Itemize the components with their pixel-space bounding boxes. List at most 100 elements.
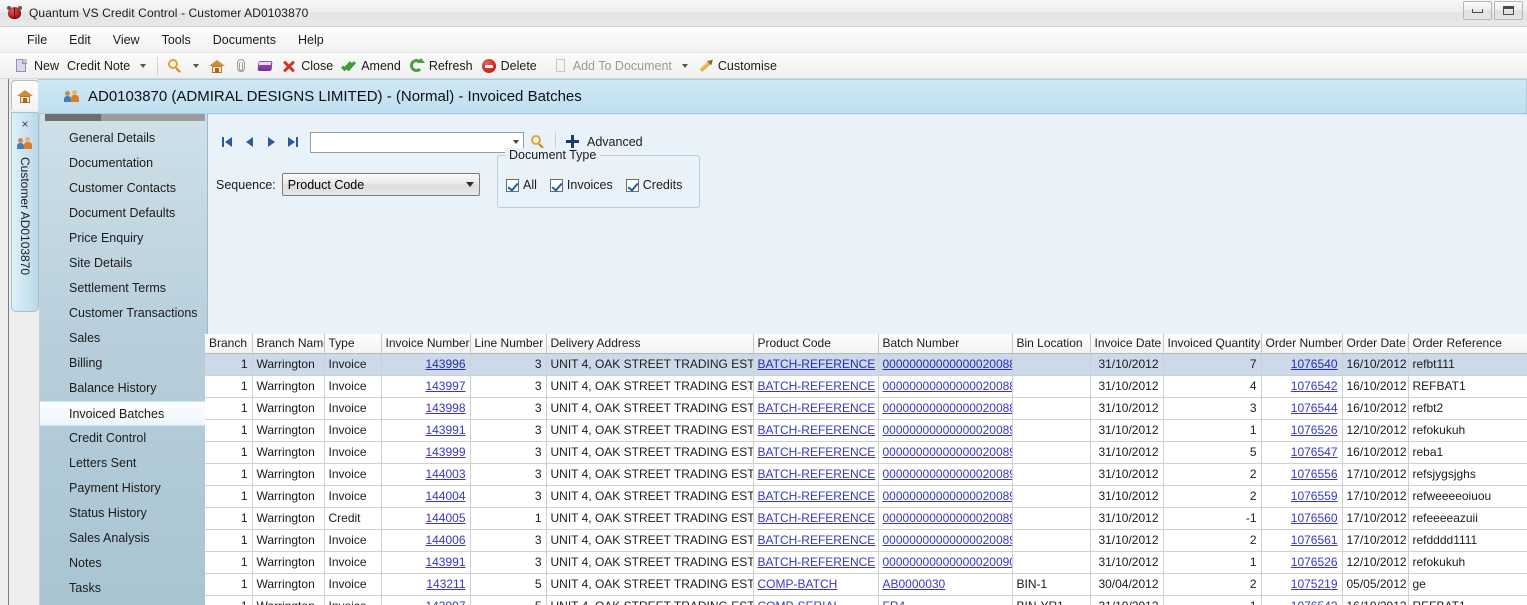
product_code-link[interactable]: BATCH-REFERENCE: [758, 401, 876, 415]
cell-order_number[interactable]: 1076526: [1261, 419, 1343, 442]
cell-product_code[interactable]: BATCH-REFERENCE: [753, 485, 879, 508]
table-row[interactable]: 1 Warrington Credit 144005 1 UNIT 4, OAK STRE…: [205, 507, 1527, 530]
order_number-link[interactable]: 1076547: [1291, 445, 1338, 459]
previous-record-button[interactable]: [238, 131, 260, 153]
sidebar-item-letters-sent[interactable]: Letters Sent: [40, 451, 207, 476]
sidebar-item-invoiced-batches[interactable]: Invoiced Batches: [40, 401, 207, 426]
batch_number-link[interactable]: 00000000000000020089: [883, 533, 1012, 547]
cell-order_number[interactable]: 1076560: [1261, 507, 1343, 530]
new-button[interactable]: New: [10, 55, 63, 77]
chevron-down-icon[interactable]: [140, 63, 147, 68]
cell-product_code[interactable]: COMP-BATCH: [753, 573, 879, 596]
cell-batch_number[interactable]: 00000000000000020089: [878, 463, 1013, 486]
invoice_number-link[interactable]: 143997: [425, 599, 465, 605]
menu-help[interactable]: Help: [287, 30, 335, 50]
refresh-button[interactable]: Refresh: [405, 55, 477, 77]
grid-header-branch[interactable]: Branch: [205, 334, 253, 354]
close-icon[interactable]: ×: [21, 118, 28, 130]
menu-edit[interactable]: Edit: [58, 30, 102, 50]
cell-order_number[interactable]: 1076526: [1261, 551, 1343, 574]
cell-order_number[interactable]: 1076542: [1261, 595, 1343, 605]
cell-invoice_number[interactable]: 143211: [381, 573, 471, 596]
sidebar-item-document-defaults[interactable]: Document Defaults: [40, 201, 207, 226]
order_number-link[interactable]: 1076559: [1291, 489, 1338, 503]
cell-order_number[interactable]: 1076556: [1261, 463, 1343, 486]
checkbox-invoices-box[interactable]: [549, 178, 563, 192]
product_code-link[interactable]: COMP-BATCH: [758, 577, 838, 591]
cell-product_code[interactable]: BATCH-REFERENCE: [753, 507, 879, 530]
cell-batch_number[interactable]: 00000000000000020088: [878, 397, 1013, 420]
product_code-link[interactable]: BATCH-REFERENCE: [758, 511, 876, 525]
batch_number-link[interactable]: 00000000000000020089: [883, 445, 1012, 459]
invoice_number-link[interactable]: 143996: [425, 357, 465, 371]
sidebar-item-customer-transactions[interactable]: Customer Transactions: [40, 301, 207, 326]
checkbox-all-box[interactable]: [506, 178, 519, 192]
menu-view[interactable]: View: [102, 30, 151, 50]
cell-invoice_number[interactable]: 144005: [381, 507, 471, 530]
cell-product_code[interactable]: BATCH-REFERENCE: [753, 353, 879, 376]
sidebar-item-customer-contacts[interactable]: Customer Contacts: [40, 176, 207, 201]
chevron-down-icon[interactable]: [513, 140, 519, 144]
close-button[interactable]: Close: [277, 55, 337, 77]
batch_number-link[interactable]: 00000000000000020089: [883, 489, 1012, 503]
table-row[interactable]: 1 Warrington Invoice 143991 3 UNIT 4, OAK STR…: [205, 419, 1527, 442]
sidebar-item-payment-history[interactable]: Payment History: [40, 476, 207, 501]
order_number-link[interactable]: 1076560: [1291, 511, 1338, 525]
order_number-link[interactable]: 1075219: [1291, 577, 1338, 591]
cell-batch_number[interactable]: 00000000000000020088: [878, 375, 1013, 398]
sequence-select[interactable]: Product Code: [281, 173, 480, 196]
grid-header-branch_name[interactable]: Branch Name: [252, 334, 325, 354]
grid-header-delivery_address[interactable]: Delivery Address: [546, 334, 754, 354]
cell-product_code[interactable]: BATCH-REFERENCE: [753, 463, 879, 486]
product_code-link[interactable]: BATCH-REFERENCE: [758, 533, 876, 547]
cell-batch_number[interactable]: 00000000000000020088: [878, 353, 1013, 376]
cell-order_number[interactable]: 1076561: [1261, 529, 1343, 552]
cell-product_code[interactable]: COMP-SERIAL: [753, 595, 879, 605]
checkbox-all[interactable]: All: [506, 178, 537, 192]
grid-header-batch_number[interactable]: Batch Number: [878, 334, 1013, 354]
search-input[interactable]: [310, 131, 524, 153]
order_number-link[interactable]: 1076542: [1291, 379, 1338, 393]
home-button[interactable]: [205, 55, 229, 77]
cell-product_code[interactable]: BATCH-REFERENCE: [753, 551, 879, 574]
batch_number-link[interactable]: 00000000000000020088: [883, 357, 1012, 371]
sidebar-item-credit-control[interactable]: Credit Control: [40, 426, 207, 451]
cell-invoice_number[interactable]: 143991: [381, 551, 471, 574]
order_number-link[interactable]: 1076542: [1291, 599, 1338, 605]
grid-header-line_number[interactable]: Line Number: [470, 334, 547, 354]
cell-invoice_number[interactable]: 143996: [381, 353, 471, 376]
last-record-button[interactable]: [282, 131, 304, 153]
cell-order_number[interactable]: 1076544: [1261, 397, 1343, 420]
invoice_number-link[interactable]: 143211: [426, 577, 465, 591]
add-to-document-chevron-down-icon[interactable]: [681, 63, 688, 68]
cell-invoice_number[interactable]: 143991: [381, 419, 471, 442]
menu-file[interactable]: File: [16, 30, 58, 50]
cell-product_code[interactable]: BATCH-REFERENCE: [753, 441, 879, 464]
order_number-link[interactable]: 1076526: [1291, 423, 1338, 437]
batch_number-link[interactable]: 00000000000000020089: [883, 511, 1012, 525]
checkbox-invoices[interactable]: Invoices: [549, 178, 613, 192]
sidebar-item-settlement-terms[interactable]: Settlement Terms: [40, 276, 207, 301]
amend-button[interactable]: Amend: [337, 55, 405, 77]
product_code-link[interactable]: BATCH-REFERENCE: [758, 489, 876, 503]
cell-invoice_number[interactable]: 144004: [381, 485, 471, 508]
next-record-button[interactable]: [260, 131, 282, 153]
product_code-link[interactable]: COMP-SERIAL: [758, 599, 841, 605]
invoice_number-link[interactable]: 144005: [425, 511, 465, 525]
order_number-link[interactable]: 1076544: [1291, 401, 1338, 415]
table-row[interactable]: 1 Warrington Invoice 144006 3 UNIT 4, OAK STR…: [205, 529, 1527, 552]
invoice_number-link[interactable]: 143991: [425, 423, 465, 437]
grid-header-type[interactable]: Type: [324, 334, 382, 354]
cell-invoice_number[interactable]: 143999: [381, 441, 471, 464]
cell-product_code[interactable]: BATCH-REFERENCE: [753, 397, 879, 420]
grid-header-order_date[interactable]: Order Date: [1342, 334, 1409, 354]
grid-header-bin_location[interactable]: Bin Location: [1012, 334, 1091, 354]
sidebar-item-notes[interactable]: Notes: [40, 551, 207, 576]
invoice_number-link[interactable]: 144006: [425, 533, 465, 547]
batch_number-link[interactable]: 00000000000000020088: [883, 401, 1012, 415]
checkbox-credits[interactable]: Credits: [625, 178, 682, 192]
order_number-link[interactable]: 1076526: [1291, 555, 1338, 569]
search-chevron-down-icon[interactable]: [193, 63, 200, 68]
batch_number-link[interactable]: 00000000000000020088: [883, 379, 1012, 393]
grid-header-order_number[interactable]: Order Number: [1261, 334, 1343, 354]
